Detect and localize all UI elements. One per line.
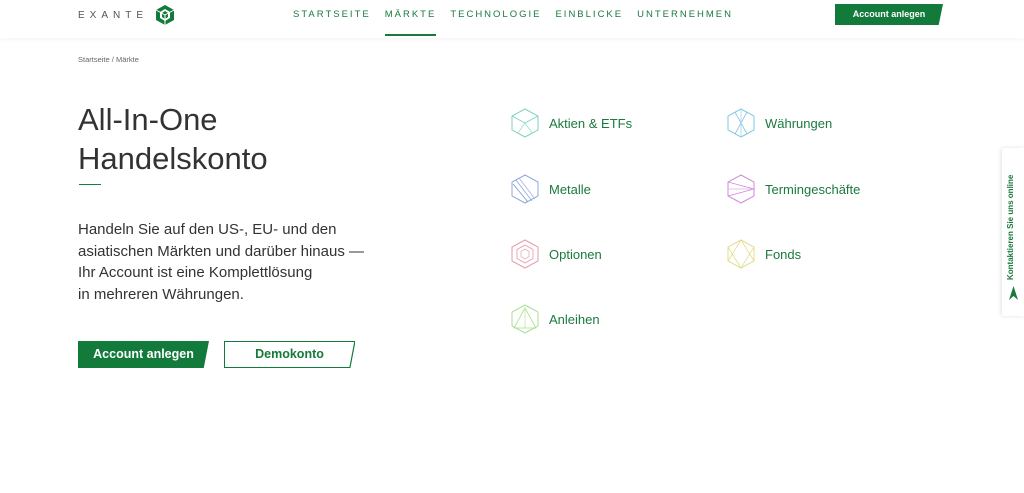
- market-label: Aktien & ETFs: [549, 115, 633, 131]
- send-arrow-icon: [1009, 286, 1018, 300]
- nav-unternehmen[interactable]: UNTERNEHMEN: [630, 0, 740, 36]
- nav-einblicke[interactable]: EINBLICKE: [548, 0, 630, 36]
- site-header: EXANTE STARTSEITE MÄRKTE TECHNOLOGIE EIN…: [0, 0, 1024, 38]
- market-label: Währungen: [765, 115, 833, 131]
- market-aktien-etfs[interactable]: Aktien & ETFs: [510, 108, 632, 138]
- page-title: All-In-One Handelskonto: [78, 100, 398, 178]
- market-label: Anleihen: [549, 311, 600, 327]
- options-icon: [511, 239, 539, 269]
- market-label: Metalle: [549, 181, 591, 197]
- logo-mark-icon: [155, 5, 175, 25]
- breadcrumb-home[interactable]: Startseite: [78, 55, 110, 64]
- market-label: Fonds: [765, 246, 802, 262]
- hero-description: Handeln Sie auf den US-, EU- und den asi…: [78, 219, 378, 305]
- market-anleihen[interactable]: Anleihen: [510, 304, 600, 334]
- title-line-2: Handelskonto: [78, 141, 268, 176]
- metals-icon: [511, 174, 539, 204]
- nav-startseite[interactable]: STARTSEITE: [293, 0, 378, 36]
- breadcrumb-separator: /: [111, 55, 114, 64]
- header-account-button[interactable]: Account anlegen: [835, 4, 943, 25]
- logo-text: EXANTE: [78, 9, 149, 21]
- nav-maerkte[interactable]: MÄRKTE: [378, 0, 444, 36]
- desc-line-2: asiatischen Märkten und darüber hinaus —: [78, 242, 364, 260]
- market-label: Termingeschäfte: [765, 181, 861, 197]
- nav-technologie[interactable]: TECHNOLOGIE: [443, 0, 548, 36]
- market-termingeschaefte[interactable]: Termingeschäfte: [726, 174, 860, 204]
- market-label: Optionen: [549, 246, 602, 262]
- market-metalle[interactable]: Metalle: [510, 174, 591, 204]
- contact-online-tab[interactable]: Kontaktieren Sie uns online: [1002, 148, 1024, 316]
- title-underline: [79, 184, 101, 185]
- breadcrumb: Startseite / Märkte: [78, 55, 139, 64]
- stocks-icon: [511, 108, 539, 138]
- breadcrumb-current: Märkte: [115, 55, 139, 64]
- account-anlegen-button[interactable]: Account anlegen: [78, 341, 209, 368]
- market-waehrungen[interactable]: Währungen: [726, 108, 832, 138]
- currencies-icon: [727, 108, 755, 138]
- futures-icon: [727, 174, 756, 204]
- exante-logo[interactable]: EXANTE: [78, 3, 176, 27]
- desc-line-4: in mehreren Währungen.: [78, 285, 244, 303]
- market-optionen[interactable]: Optionen: [510, 239, 602, 269]
- bonds-icon: [511, 304, 539, 334]
- demokonto-button[interactable]: Demokonto: [224, 341, 355, 368]
- main-nav: STARTSEITE MÄRKTE TECHNOLOGIE EINBLICKE …: [293, 0, 740, 36]
- contact-tab-label: Kontaktieren Sie uns online: [1006, 174, 1015, 280]
- desc-line-1: Handeln Sie auf den US-, EU- und den: [78, 221, 337, 238]
- title-line-1: All-In-One: [78, 102, 218, 137]
- funds-icon: [727, 239, 755, 269]
- market-fonds[interactable]: Fonds: [726, 239, 801, 269]
- desc-line-3: Ihr Account ist eine Komplettlösung: [78, 264, 313, 281]
